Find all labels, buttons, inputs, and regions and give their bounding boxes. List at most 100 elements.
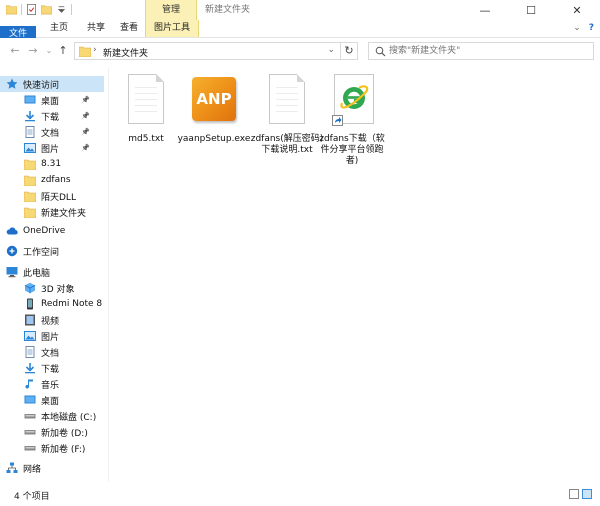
- sidebar-item[interactable]: 文档 📌: [0, 124, 104, 140]
- close-button[interactable]: ✕: [554, 0, 600, 20]
- sidebar-item[interactable]: Redmi Note 8: [0, 296, 104, 312]
- tab-picture-tools[interactable]: 图片工具: [145, 20, 199, 37]
- network-icon: [6, 462, 18, 474]
- sidebar-item[interactable]: 图片 📌: [0, 140, 104, 156]
- file-item[interactable]: zdfans下载（软件分享平台领跑者): [316, 74, 388, 167]
- video-icon: [24, 314, 36, 326]
- folder-icon: [24, 190, 36, 202]
- sidebar-item[interactable]: 桌面 📌: [0, 92, 104, 108]
- minimize-button[interactable]: —: [462, 0, 508, 20]
- pin-icon: 📌: [81, 96, 90, 104]
- star-icon: [6, 78, 18, 90]
- folder-icon[interactable]: [6, 4, 17, 15]
- sidebar-item-label: 新加卷 (D:): [41, 428, 88, 439]
- folder-icon: [24, 158, 36, 170]
- large-icons-view-button[interactable]: [582, 489, 592, 499]
- sidebar-item-label: Redmi Note 8: [41, 299, 103, 309]
- sidebar-item-label: 8.31: [41, 159, 62, 169]
- divider: [71, 4, 72, 15]
- navigation-bar: ← → ⌄ ↑ › 新建文件夹 ⌄ ↻: [0, 38, 600, 64]
- download-icon: [24, 362, 36, 374]
- sidebar-item[interactable]: 下载 📌: [0, 108, 104, 124]
- search-icon: [375, 46, 386, 57]
- drive-icon: [24, 442, 36, 454]
- sidebar-item[interactable]: 快速访问: [0, 76, 104, 92]
- properties-icon[interactable]: [26, 4, 37, 15]
- sidebar-item[interactable]: 3D 对象: [0, 280, 104, 296]
- refresh-button[interactable]: ↻: [340, 43, 357, 59]
- item-count: 4 个项目: [14, 492, 50, 502]
- explorer-window: 管理 新建文件夹 — ☐ ✕ 文件 主页 共享 查看 图片工具 ⌄ ? ← → …: [0, 0, 600, 506]
- text-file-icon: [269, 74, 305, 124]
- sidebar-item[interactable]: 文档: [0, 344, 104, 360]
- sidebar-item[interactable]: 网络: [0, 460, 104, 476]
- customize-dropdown-icon[interactable]: [56, 4, 67, 15]
- pane-divider[interactable]: [108, 68, 109, 482]
- help-button[interactable]: ?: [589, 23, 594, 33]
- sidebar-item-label: 下载: [41, 364, 60, 375]
- internet-explorer-icon: [340, 85, 369, 109]
- sidebar-item[interactable]: 视频: [0, 312, 104, 328]
- file-item[interactable]: ANP yaanpSetup.exe: [174, 74, 254, 145]
- sidebar-item-label: 图片: [41, 332, 60, 343]
- sidebar-item[interactable]: 图片: [0, 328, 104, 344]
- sidebar-item[interactable]: 本地磁盘 (C:): [0, 408, 104, 424]
- sidebar-item[interactable]: 新建文件夹: [0, 204, 104, 220]
- tab-share[interactable]: 共享: [80, 20, 112, 37]
- pin-icon: 📌: [81, 144, 90, 152]
- sidebar-item-label: 工作空间: [23, 247, 60, 258]
- shortcut-arrow-icon: [332, 115, 343, 126]
- back-button[interactable]: ←: [8, 44, 22, 57]
- cloud-icon: [6, 225, 18, 237]
- document-icon: [24, 346, 36, 358]
- file-item[interactable]: zdfans(解压密码)下载说明.txt: [250, 74, 324, 156]
- new-folder-icon[interactable]: [41, 4, 52, 15]
- text-file-icon: [128, 74, 164, 124]
- ie-shortcut-icon: [332, 74, 374, 126]
- file-item[interactable]: md5.txt: [110, 74, 182, 145]
- address-bar[interactable]: › 新建文件夹 ⌄: [74, 42, 358, 60]
- details-view-button[interactable]: [569, 489, 579, 499]
- file-name: zdfans(解压密码)下载说明.txt: [250, 134, 324, 155]
- sidebar-item[interactable]: 下载: [0, 360, 104, 376]
- tab-home[interactable]: 主页: [40, 20, 78, 37]
- sidebar-item-label: OneDrive: [23, 226, 66, 236]
- view-switcher: [569, 489, 592, 499]
- quick-access-toolbar: [6, 4, 72, 15]
- music-icon: [24, 378, 36, 390]
- up-button[interactable]: ↑: [56, 44, 70, 57]
- folder-icon: [24, 206, 36, 218]
- sidebar-item-label: 陌天DLL: [41, 192, 76, 203]
- file-name: yaanpSetup.exe: [177, 134, 251, 144]
- sidebar-item[interactable]: 8.31: [0, 156, 104, 172]
- search-box[interactable]: [368, 42, 594, 60]
- sidebar-item-label: zdfans: [41, 175, 71, 185]
- breadcrumb-separator[interactable]: ›: [93, 45, 97, 55]
- sidebar-item-label: 音乐: [41, 380, 60, 391]
- sidebar-item[interactable]: OneDrive: [0, 223, 104, 239]
- breadcrumb-current[interactable]: 新建文件夹: [103, 46, 148, 59]
- sidebar-item[interactable]: zdfans: [0, 172, 104, 188]
- tab-view[interactable]: 查看: [115, 20, 143, 37]
- recent-locations-button[interactable]: ⌄: [42, 46, 56, 55]
- search-input[interactable]: [389, 45, 589, 57]
- desktop-icon: [24, 94, 36, 106]
- sidebar-item[interactable]: 新加卷 (D:): [0, 424, 104, 440]
- sidebar-item[interactable]: 此电脑: [0, 264, 104, 280]
- pin-icon: 📌: [81, 112, 90, 120]
- ribbon-tabs: 文件 主页 共享 查看 图片工具 ⌄ ?: [0, 20, 600, 43]
- phone-icon: [24, 298, 36, 310]
- address-dropdown-icon[interactable]: ⌄: [327, 45, 335, 55]
- forward-button[interactable]: →: [26, 44, 40, 57]
- sidebar-item[interactable]: 音乐: [0, 376, 104, 392]
- expand-ribbon-button[interactable]: ⌄: [573, 23, 581, 33]
- navigation-pane: 快速访问 桌面 📌 下载 📌 文档 📌 图片 📌 8.31 zdfans 陌天DLL 新建文件夹 OneD…: [0, 70, 108, 482]
- drive-icon: [24, 426, 36, 438]
- sidebar-item[interactable]: 桌面: [0, 392, 104, 408]
- sidebar-item[interactable]: 陌天DLL: [0, 188, 104, 204]
- sidebar-item[interactable]: 工作空间: [0, 243, 104, 259]
- sidebar-item[interactable]: 新加卷 (F:): [0, 440, 104, 456]
- maximize-button[interactable]: ☐: [508, 0, 554, 20]
- context-tab-manage[interactable]: 管理: [145, 0, 197, 20]
- download-icon: [24, 110, 36, 122]
